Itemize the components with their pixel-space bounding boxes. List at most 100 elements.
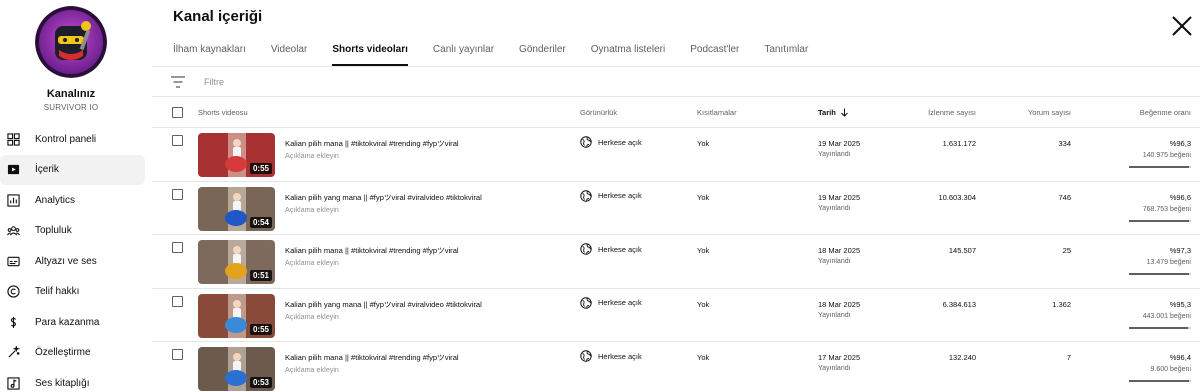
video-title[interactable]: Kalian pilih yang mana || #fypツviral #vi… — [285, 299, 482, 310]
video-title[interactable]: Kalian pilih yang mana || #fypツviral #vi… — [285, 192, 482, 203]
sidebar-item-audio-library[interactable]: Ses kitaplığı — [0, 368, 152, 392]
video-description[interactable]: Açıklama ekleyin — [285, 151, 339, 160]
thumbnail-figure-head — [233, 299, 241, 308]
page-title: Kanal içeriği — [173, 8, 263, 25]
video-description[interactable]: Açıklama ekleyin — [285, 205, 339, 214]
video-title[interactable]: Kalian pilih mana || #tiktokviral #trend… — [285, 352, 459, 363]
restrictions-value: Yok — [697, 192, 710, 202]
channel-avatar[interactable] — [35, 6, 107, 78]
date-value: 19 Mar 2025 — [818, 139, 861, 148]
sort-down-arrow-icon — [840, 108, 848, 117]
sidebar-item-subtitles[interactable]: Altyazı ve ses — [0, 246, 152, 277]
tab-shorts[interactable]: Shorts videoları — [332, 38, 408, 66]
video-description[interactable]: Açıklama ekleyin — [285, 365, 339, 374]
select-all-checkbox[interactable] — [172, 107, 183, 118]
sidebar-item-label: Kontrol paneli — [35, 133, 97, 145]
like-ratio-bar — [1129, 380, 1191, 382]
views-value: 132.240 — [948, 353, 976, 362]
sidebar-item-dashboard[interactable]: Kontrol paneli — [0, 124, 152, 155]
comments-value: 334 — [1058, 139, 1071, 148]
tab-promotions[interactable]: Tanıtımlar — [764, 38, 808, 66]
sidebar-nav: Kontrol paneli İçerik Analytics Topluluk… — [0, 124, 152, 392]
thumbnail-prop — [225, 370, 247, 386]
video-description[interactable]: Açıklama ekleyin — [285, 312, 339, 321]
restrictions-value: Yok — [697, 299, 710, 309]
visibility-dropdown[interactable]: Herkese açık — [580, 136, 642, 148]
thumbnail-prop — [225, 209, 247, 226]
duration-badge: 0:54 — [249, 216, 272, 228]
views-value: 1.631.172 — [942, 139, 976, 148]
video-thumbnail[interactable]: 0:53 — [198, 347, 275, 391]
close-button[interactable] — [1170, 14, 1194, 38]
visibility-dropdown[interactable]: Herkese açık — [580, 350, 642, 362]
column-header-likes[interactable]: Beğenme oranı — [1140, 108, 1191, 117]
tab-videos[interactable]: Videolar — [271, 38, 308, 66]
table-row[interactable]: 0:55 Kalian pilih mana || #tiktokviral #… — [152, 128, 1200, 182]
video-thumbnail[interactable]: 0:55 — [198, 133, 275, 177]
table-row[interactable]: 0:54 Kalian pilih yang mana || #fypツvira… — [152, 182, 1200, 235]
sidebar-item-copyright[interactable]: Telif hakkı — [0, 277, 152, 308]
tab-podcasts[interactable]: Podcast'ler — [690, 38, 739, 66]
visibility-dropdown[interactable]: Herkese açık — [580, 189, 642, 202]
video-title[interactable]: Kalian pilih mana || #tiktokviral #trend… — [285, 245, 459, 256]
thumbnail-prop — [225, 316, 247, 333]
sidebar-item-label: Telif hakkı — [35, 286, 80, 298]
like-ratio-value: %96,3 — [1169, 139, 1191, 148]
row-checkbox[interactable] — [172, 135, 183, 146]
publish-status: Yayınlandı — [818, 365, 851, 372]
sidebar-item-label: Altyazı ve ses — [35, 255, 97, 267]
tab-inspiration[interactable]: İlham kaynakları — [173, 38, 246, 66]
like-count-value: 13.479 beğeni — [1146, 259, 1191, 266]
close-icon — [1172, 16, 1192, 36]
monetization-icon — [6, 315, 20, 329]
channel-handle: SURVIVOR IO — [43, 103, 99, 112]
comments-value: 1.362 — [1052, 299, 1071, 309]
like-ratio-value: %96,4 — [1169, 353, 1191, 362]
duration-badge: 0:55 — [249, 323, 272, 335]
video-thumbnail[interactable]: 0:54 — [198, 186, 275, 231]
like-ratio-bar-fill — [1129, 273, 1190, 275]
like-count-value: 768.753 beğeni — [1142, 205, 1191, 213]
row-checkbox[interactable] — [172, 295, 183, 307]
sidebar-item-content[interactable]: İçerik — [0, 154, 145, 185]
dashboard-icon — [6, 132, 20, 146]
tab-posts[interactable]: Gönderiler — [519, 38, 566, 66]
content-tabs: İlham kaynakları Videolar Shorts videola… — [173, 38, 833, 66]
video-description[interactable]: Açıklama ekleyin — [285, 258, 339, 267]
table-header: Shorts videosu Görünürlük Kısıtlamalar T… — [152, 97, 1200, 128]
like-ratio-bar-fill — [1129, 166, 1189, 168]
visibility-dropdown[interactable]: Herkese açık — [580, 296, 642, 309]
globe-icon — [580, 189, 592, 202]
like-ratio-value: %95,3 — [1169, 299, 1191, 309]
column-header-date[interactable]: Tarih — [818, 108, 849, 117]
views-value: 10.603.304 — [938, 192, 976, 202]
like-ratio-bar-fill — [1129, 219, 1189, 222]
video-thumbnail[interactable]: 0:55 — [198, 293, 275, 338]
table-row[interactable]: 0:55 Kalian pilih yang mana || #fypツvira… — [152, 289, 1200, 342]
globe-icon — [580, 243, 592, 255]
restrictions-value: Yok — [697, 246, 710, 255]
video-title[interactable]: Kalian pilih mana || #tiktokviral #trend… — [285, 138, 459, 149]
column-header-visibility: Görünürlük — [580, 108, 618, 117]
sidebar-item-community[interactable]: Topluluk — [0, 216, 152, 247]
row-checkbox[interactable] — [172, 242, 183, 253]
row-checkbox[interactable] — [172, 349, 183, 360]
tab-live[interactable]: Canlı yayınlar — [433, 38, 494, 66]
like-ratio-value: %97,3 — [1169, 246, 1191, 255]
thumbnail-figure-head — [233, 353, 241, 361]
table-row[interactable]: 0:51 Kalian pilih mana || #tiktokviral #… — [152, 235, 1200, 289]
filter-icon[interactable] — [171, 76, 185, 88]
column-header-views[interactable]: İzlenme sayısı — [928, 108, 976, 117]
row-checkbox[interactable] — [172, 188, 183, 200]
column-header-comments[interactable]: Yorum sayısı — [1028, 108, 1071, 117]
date-value: 18 Mar 2025 — [818, 246, 861, 255]
sidebar-item-label: Analytics — [35, 194, 76, 206]
sidebar-item-analytics[interactable]: Analytics — [0, 185, 152, 216]
sidebar-item-monetization[interactable]: Para kazanma — [0, 307, 152, 338]
video-thumbnail[interactable]: 0:51 — [198, 240, 275, 284]
filter-input[interactable] — [204, 73, 504, 91]
table-row[interactable]: 0:53 Kalian pilih mana || #tiktokviral #… — [152, 342, 1200, 392]
tab-playlists[interactable]: Oynatma listeleri — [591, 38, 665, 66]
visibility-dropdown[interactable]: Herkese açık — [580, 243, 642, 255]
sidebar-item-customization[interactable]: Özelleştirme — [0, 338, 152, 369]
